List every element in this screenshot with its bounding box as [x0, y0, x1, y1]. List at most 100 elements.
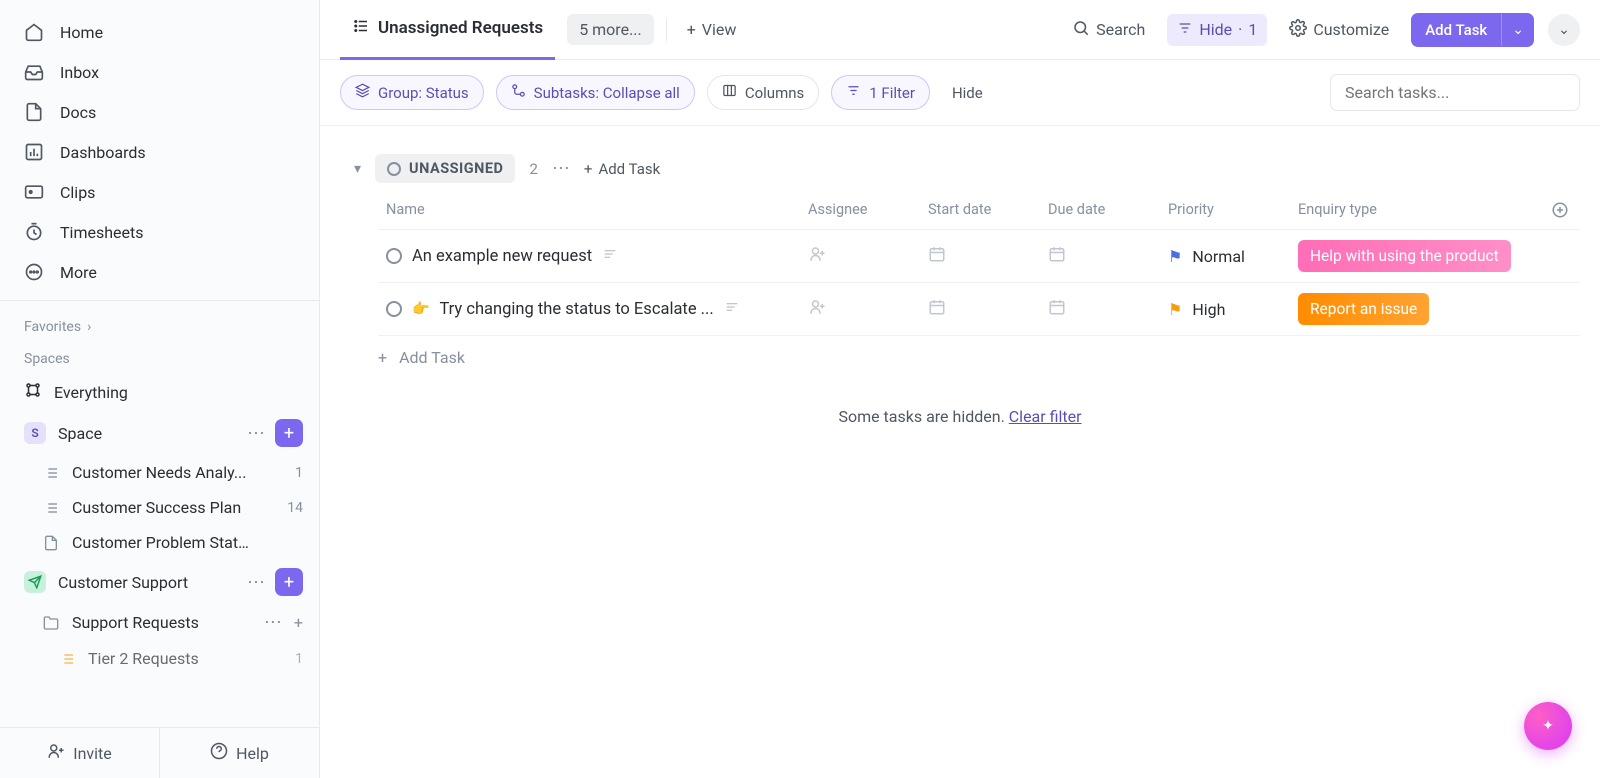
- status-circle-icon[interactable]: [386, 301, 402, 317]
- list-view-icon: [352, 17, 370, 40]
- hide-icon: [1177, 20, 1193, 40]
- enquiry-tag[interactable]: Report an issue: [1298, 293, 1429, 325]
- chevron-right-icon: ›: [87, 319, 91, 335]
- nav-more[interactable]: More: [0, 252, 319, 292]
- invite-button[interactable]: Invite: [0, 728, 159, 778]
- space-menu-button[interactable]: ⋯: [243, 572, 269, 593]
- ai-fab-button[interactable]: ✦: [1524, 702, 1572, 750]
- col-due-date[interactable]: Due date: [1040, 201, 1160, 219]
- add-task-button[interactable]: Add Task ⌄: [1411, 13, 1534, 47]
- layers-icon: [355, 83, 370, 102]
- add-view-button[interactable]: + View: [679, 14, 745, 45]
- flag-icon: ⚑: [1168, 300, 1182, 319]
- topbar: Unassigned Requests 5 more... + View Sea…: [320, 0, 1600, 60]
- space-add-button[interactable]: +: [275, 568, 303, 596]
- col-start-date[interactable]: Start date: [920, 201, 1040, 219]
- list-icon: [42, 499, 60, 517]
- col-assignee[interactable]: Assignee: [800, 201, 920, 219]
- add-column-button[interactable]: [1540, 201, 1580, 219]
- nav-label: Docs: [60, 103, 96, 122]
- expand-button[interactable]: ⌄: [1548, 14, 1580, 46]
- search-button[interactable]: Search: [1064, 13, 1153, 47]
- priority-label[interactable]: High: [1192, 300, 1225, 319]
- date-add-icon[interactable]: [1048, 298, 1066, 320]
- subtasks-pill[interactable]: Subtasks: Collapse all: [496, 75, 695, 110]
- status-chip[interactable]: UNASSIGNED: [375, 154, 515, 183]
- date-add-icon[interactable]: [928, 245, 946, 267]
- chevron-down-icon: ⌄: [1558, 22, 1570, 38]
- timesheets-icon: [24, 222, 44, 242]
- nav-label: Clips: [60, 183, 95, 202]
- gear-icon: [1289, 19, 1307, 41]
- nav-label: Inbox: [60, 63, 99, 82]
- favorites-section[interactable]: Favorites ›: [0, 309, 319, 341]
- toolbar: Group: Status Subtasks: Collapse all Col…: [320, 60, 1600, 126]
- date-add-icon[interactable]: [1048, 245, 1066, 267]
- view-tab-active[interactable]: Unassigned Requests: [340, 0, 555, 60]
- status-circle-icon[interactable]: [386, 248, 402, 264]
- add-task-row[interactable]: + Add Task: [340, 336, 1580, 379]
- list-customer-problem[interactable]: Customer Problem Statem...: [0, 525, 319, 560]
- group-add-task-button[interactable]: + Add Task: [584, 160, 660, 178]
- clear-filter-link[interactable]: Clear filter: [1009, 407, 1082, 426]
- nav-timesheets[interactable]: Timesheets: [0, 212, 319, 252]
- date-add-icon[interactable]: [928, 298, 946, 320]
- description-icon: [724, 299, 740, 319]
- col-priority[interactable]: Priority: [1160, 201, 1290, 219]
- sparkle-icon: ✦: [1542, 718, 1554, 734]
- nav-home[interactable]: Home: [0, 12, 319, 52]
- nav-clips[interactable]: Clips: [0, 172, 319, 212]
- plus-icon: +: [378, 348, 387, 367]
- list-add-button[interactable]: +: [294, 613, 303, 632]
- chevron-down-icon[interactable]: ⌄: [1501, 14, 1534, 46]
- subtasks-icon: [511, 83, 526, 102]
- nav-inbox[interactable]: Inbox: [0, 52, 319, 92]
- space-add-button[interactable]: +: [275, 419, 303, 447]
- col-name[interactable]: Name: [378, 201, 800, 219]
- customize-button[interactable]: Customize: [1281, 13, 1397, 47]
- assignee-add-icon[interactable]: [808, 298, 826, 320]
- flag-icon: ⚑: [1168, 247, 1182, 266]
- toolbar-hide[interactable]: Hide: [942, 84, 993, 102]
- nav-label: Timesheets: [60, 223, 143, 242]
- list-support-requests[interactable]: Support Requests ⋯ +: [0, 604, 319, 641]
- priority-label[interactable]: Normal: [1192, 247, 1245, 266]
- nav-docs[interactable]: Docs: [0, 92, 319, 132]
- description-icon: [602, 246, 618, 266]
- columns-icon: [722, 83, 737, 102]
- enquiry-tag[interactable]: Help with using the product: [1298, 240, 1511, 272]
- main: Unassigned Requests 5 more... + View Sea…: [320, 0, 1600, 778]
- space-menu-button[interactable]: ⋯: [243, 423, 269, 444]
- col-enquiry-type[interactable]: Enquiry type: [1290, 201, 1540, 219]
- filter-icon: [846, 83, 861, 102]
- home-icon: [24, 22, 44, 42]
- list-customer-needs[interactable]: Customer Needs Analy... 1: [0, 455, 319, 490]
- help-button[interactable]: Help: [159, 728, 319, 778]
- hide-button[interactable]: Hide · 1: [1167, 14, 1267, 46]
- sidebar-everything[interactable]: Everything: [0, 373, 319, 411]
- doc-icon: [42, 534, 60, 552]
- network-icon: [24, 381, 42, 403]
- search-tasks-input[interactable]: [1330, 74, 1580, 111]
- columns-pill[interactable]: Columns: [707, 75, 819, 110]
- plus-icon: +: [584, 160, 593, 178]
- table-row[interactable]: An example new request ⚑ Normal Help wit…: [378, 230, 1580, 283]
- collapse-group-button[interactable]: ▾: [354, 161, 361, 177]
- task-name: Try changing the status to Escalate ...: [439, 300, 713, 319]
- sidebar-customer-support[interactable]: Customer Support ⋯ +: [0, 560, 319, 604]
- nav-label: More: [60, 263, 97, 282]
- table-row[interactable]: 👉 Try changing the status to Escalate ..…: [378, 283, 1580, 336]
- group-pill[interactable]: Group: Status: [340, 75, 484, 110]
- dashboards-icon: [24, 142, 44, 162]
- more-tabs-button[interactable]: 5 more...: [567, 14, 654, 45]
- group-menu-button[interactable]: ⋯: [552, 158, 570, 179]
- list-tier2[interactable]: Tier 2 Requests 1: [0, 641, 319, 676]
- group-header: ▾ UNASSIGNED 2 ⋯ + Add Task: [340, 146, 1580, 191]
- assignee-add-icon[interactable]: [808, 245, 826, 267]
- sidebar-space[interactable]: S Space ⋯ +: [0, 411, 319, 455]
- nav-dashboards[interactable]: Dashboards: [0, 132, 319, 172]
- list-icon: [42, 464, 60, 482]
- list-menu-button[interactable]: ⋯: [260, 612, 286, 633]
- list-customer-success[interactable]: Customer Success Plan 14: [0, 490, 319, 525]
- filter-pill[interactable]: 1 Filter: [831, 75, 930, 110]
